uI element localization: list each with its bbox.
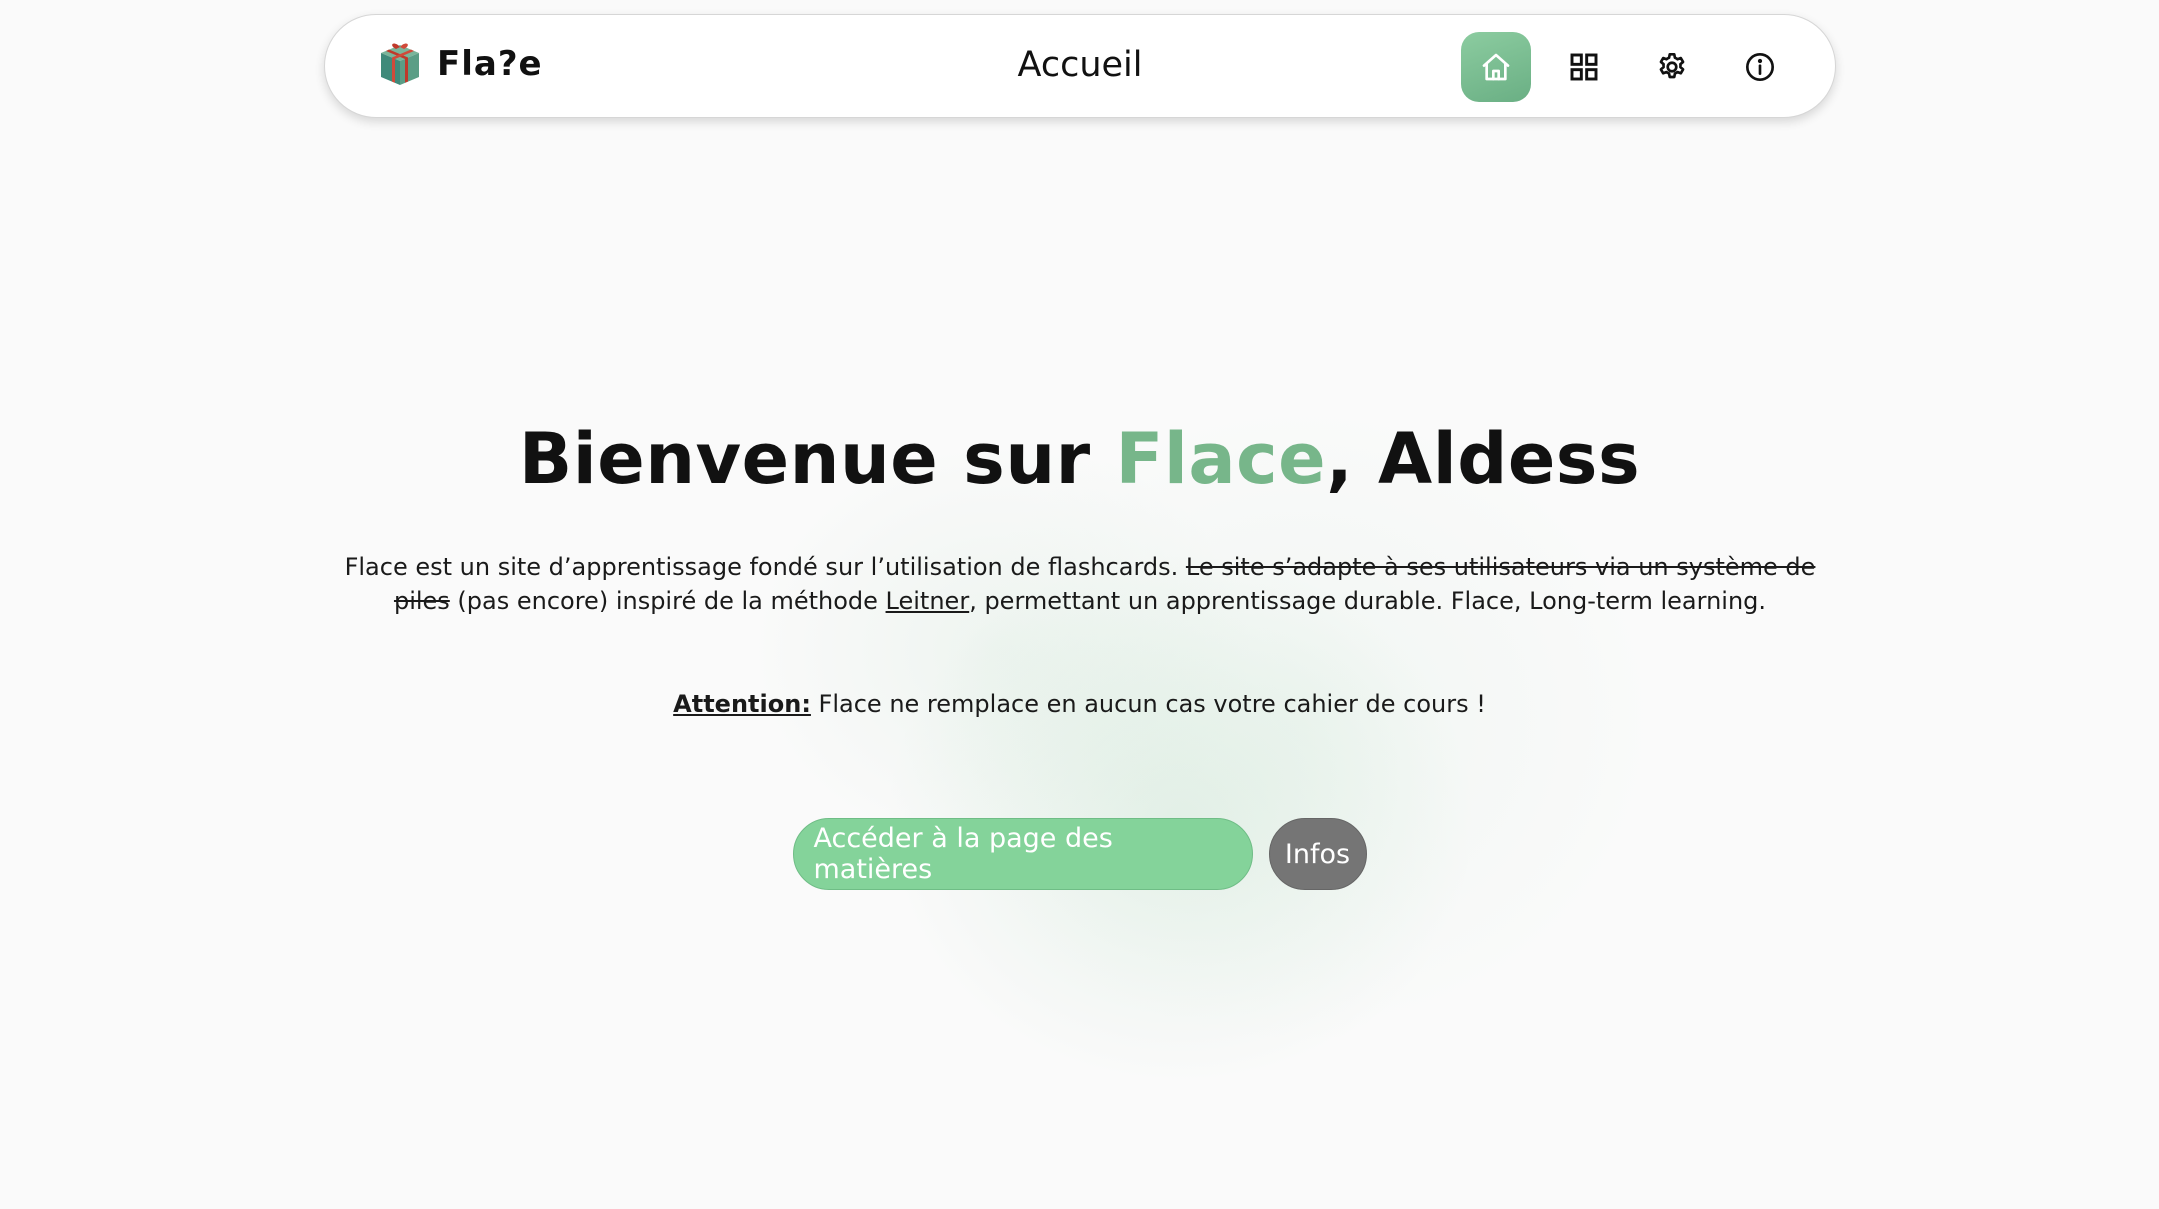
gear-icon <box>1659 53 1685 79</box>
warning-label: Attention: <box>673 690 811 718</box>
nav-subjects-button[interactable] <box>1549 32 1619 102</box>
welcome-heading: Bienvenue sur Flace, Aldess <box>0 418 2159 500</box>
description-part2: (pas encore) inspiré de la méthode <box>449 587 886 615</box>
user-name: , Aldess <box>1326 418 1641 500</box>
brand-name: Flace <box>1115 418 1327 500</box>
warning-text: Flace ne remplace en aucun cas votre cah… <box>810 690 1486 718</box>
infos-button[interactable]: Infos <box>1268 818 1367 890</box>
subjects-page-button[interactable]: Accéder à la page des matières <box>792 818 1253 890</box>
description-part3: , permettant un apprentissage durable. F… <box>969 587 1767 615</box>
leitner-link[interactable]: Leitner <box>886 587 970 615</box>
welcome-prefix: Bienvenue sur <box>518 418 1116 500</box>
description-part1: Flace est un site d’apprentissage fondé … <box>344 553 1186 581</box>
action-buttons: Accéder à la page des matières Infos <box>0 818 2159 890</box>
site-description: Flace est un site d’apprentissage fondé … <box>320 550 1840 618</box>
top-navbar: Fla?e Accueil <box>324 14 1836 118</box>
grid-icon <box>1570 53 1598 81</box>
nav-settings-button[interactable] <box>1637 32 1707 102</box>
home-icon <box>1482 53 1510 81</box>
nav-home-button[interactable] <box>1461 32 1531 102</box>
nav-info-button[interactable] <box>1725 32 1795 102</box>
info-icon <box>1746 53 1774 81</box>
warning-notice: Attention: Flace ne remplace en aucun ca… <box>0 690 2159 718</box>
nav-icon-bar <box>1461 32 1795 102</box>
